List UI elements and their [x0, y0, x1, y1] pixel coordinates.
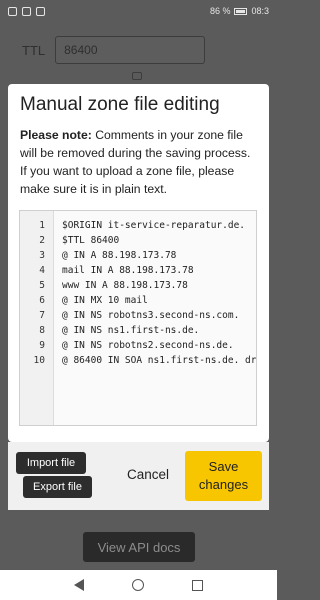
status-bar: 86 % 08:3 [0, 0, 277, 22]
code-line: @ IN A 88.198.173.78 [62, 250, 177, 261]
code-line: @ IN MX 10 mail [62, 295, 148, 306]
battery-percent: 86 % [209, 6, 231, 16]
notification-icon [8, 6, 17, 16]
ttl-input[interactable]: 86400 [55, 36, 206, 64]
line-number: 6 [39, 295, 45, 306]
line-number: 4 [39, 265, 45, 276]
ttl-row: TTL 86400 [22, 36, 206, 64]
save-changes-button[interactable]: Save changes [185, 451, 262, 501]
battery-icon [234, 7, 248, 15]
code-line: $TTL 86400 [62, 235, 120, 246]
modal-title: Manual zone file editing [20, 94, 220, 115]
ttl-label: TTL [22, 42, 46, 58]
code-line: @ IN NS robotns3.second-ns.com. [62, 310, 240, 321]
line-number: 3 [39, 250, 45, 261]
view-api-docs-button[interactable]: View API docs [83, 532, 195, 562]
cancel-button[interactable]: Cancel [127, 467, 169, 482]
code-area[interactable]: $ORIGIN it-service-reparatur.de. $TTL 86… [54, 211, 256, 425]
line-number-gutter: 1 2 3 4 5 6 7 8 9 10 [20, 211, 54, 425]
status-icons-left [8, 6, 45, 16]
code-line: @ IN NS robotns2.second-ns.de. [62, 340, 234, 351]
code-line: www IN A 88.198.173.78 [62, 280, 188, 291]
system-nav-bar [0, 570, 277, 600]
line-number: 10 [33, 355, 45, 366]
line-number: 7 [39, 310, 45, 321]
import-file-button[interactable]: Import file [16, 452, 86, 474]
zone-file-modal: Manual zone file editing Please note: Co… [8, 84, 269, 442]
mute-icon [36, 6, 45, 16]
status-icons-right: 86 % 08:3 [210, 6, 269, 16]
modal-action-bar: Import file Export file Cancel Save chan… [8, 442, 269, 510]
line-number: 9 [39, 340, 45, 351]
note-label: Please note: [20, 128, 92, 142]
back-icon[interactable] [74, 579, 84, 591]
code-line: @ 86400 IN SOA ns1.first-ns.de. dr [62, 355, 256, 366]
line-number: 2 [39, 235, 45, 246]
clock: 08:3 [251, 6, 269, 16]
code-line: $ORIGIN it-service-reparatur.de. [62, 220, 246, 231]
lock-icon [132, 72, 142, 80]
line-number: 5 [39, 280, 45, 291]
line-number: 8 [39, 325, 45, 336]
export-file-button[interactable]: Export file [23, 476, 92, 498]
code-line: @ IN NS ns1.first-ns.de. [62, 325, 200, 336]
modal-note: Please note: Comments in your zone file … [20, 126, 260, 198]
line-number: 1 [39, 220, 45, 231]
home-icon[interactable] [132, 579, 144, 591]
zone-file-editor[interactable]: 1 2 3 4 5 6 7 8 9 10 $ORIGIN it-service-… [19, 210, 257, 426]
notification-icon [22, 6, 31, 16]
recent-apps-icon[interactable] [192, 579, 203, 591]
code-line: mail IN A 88.198.173.78 [62, 265, 194, 276]
